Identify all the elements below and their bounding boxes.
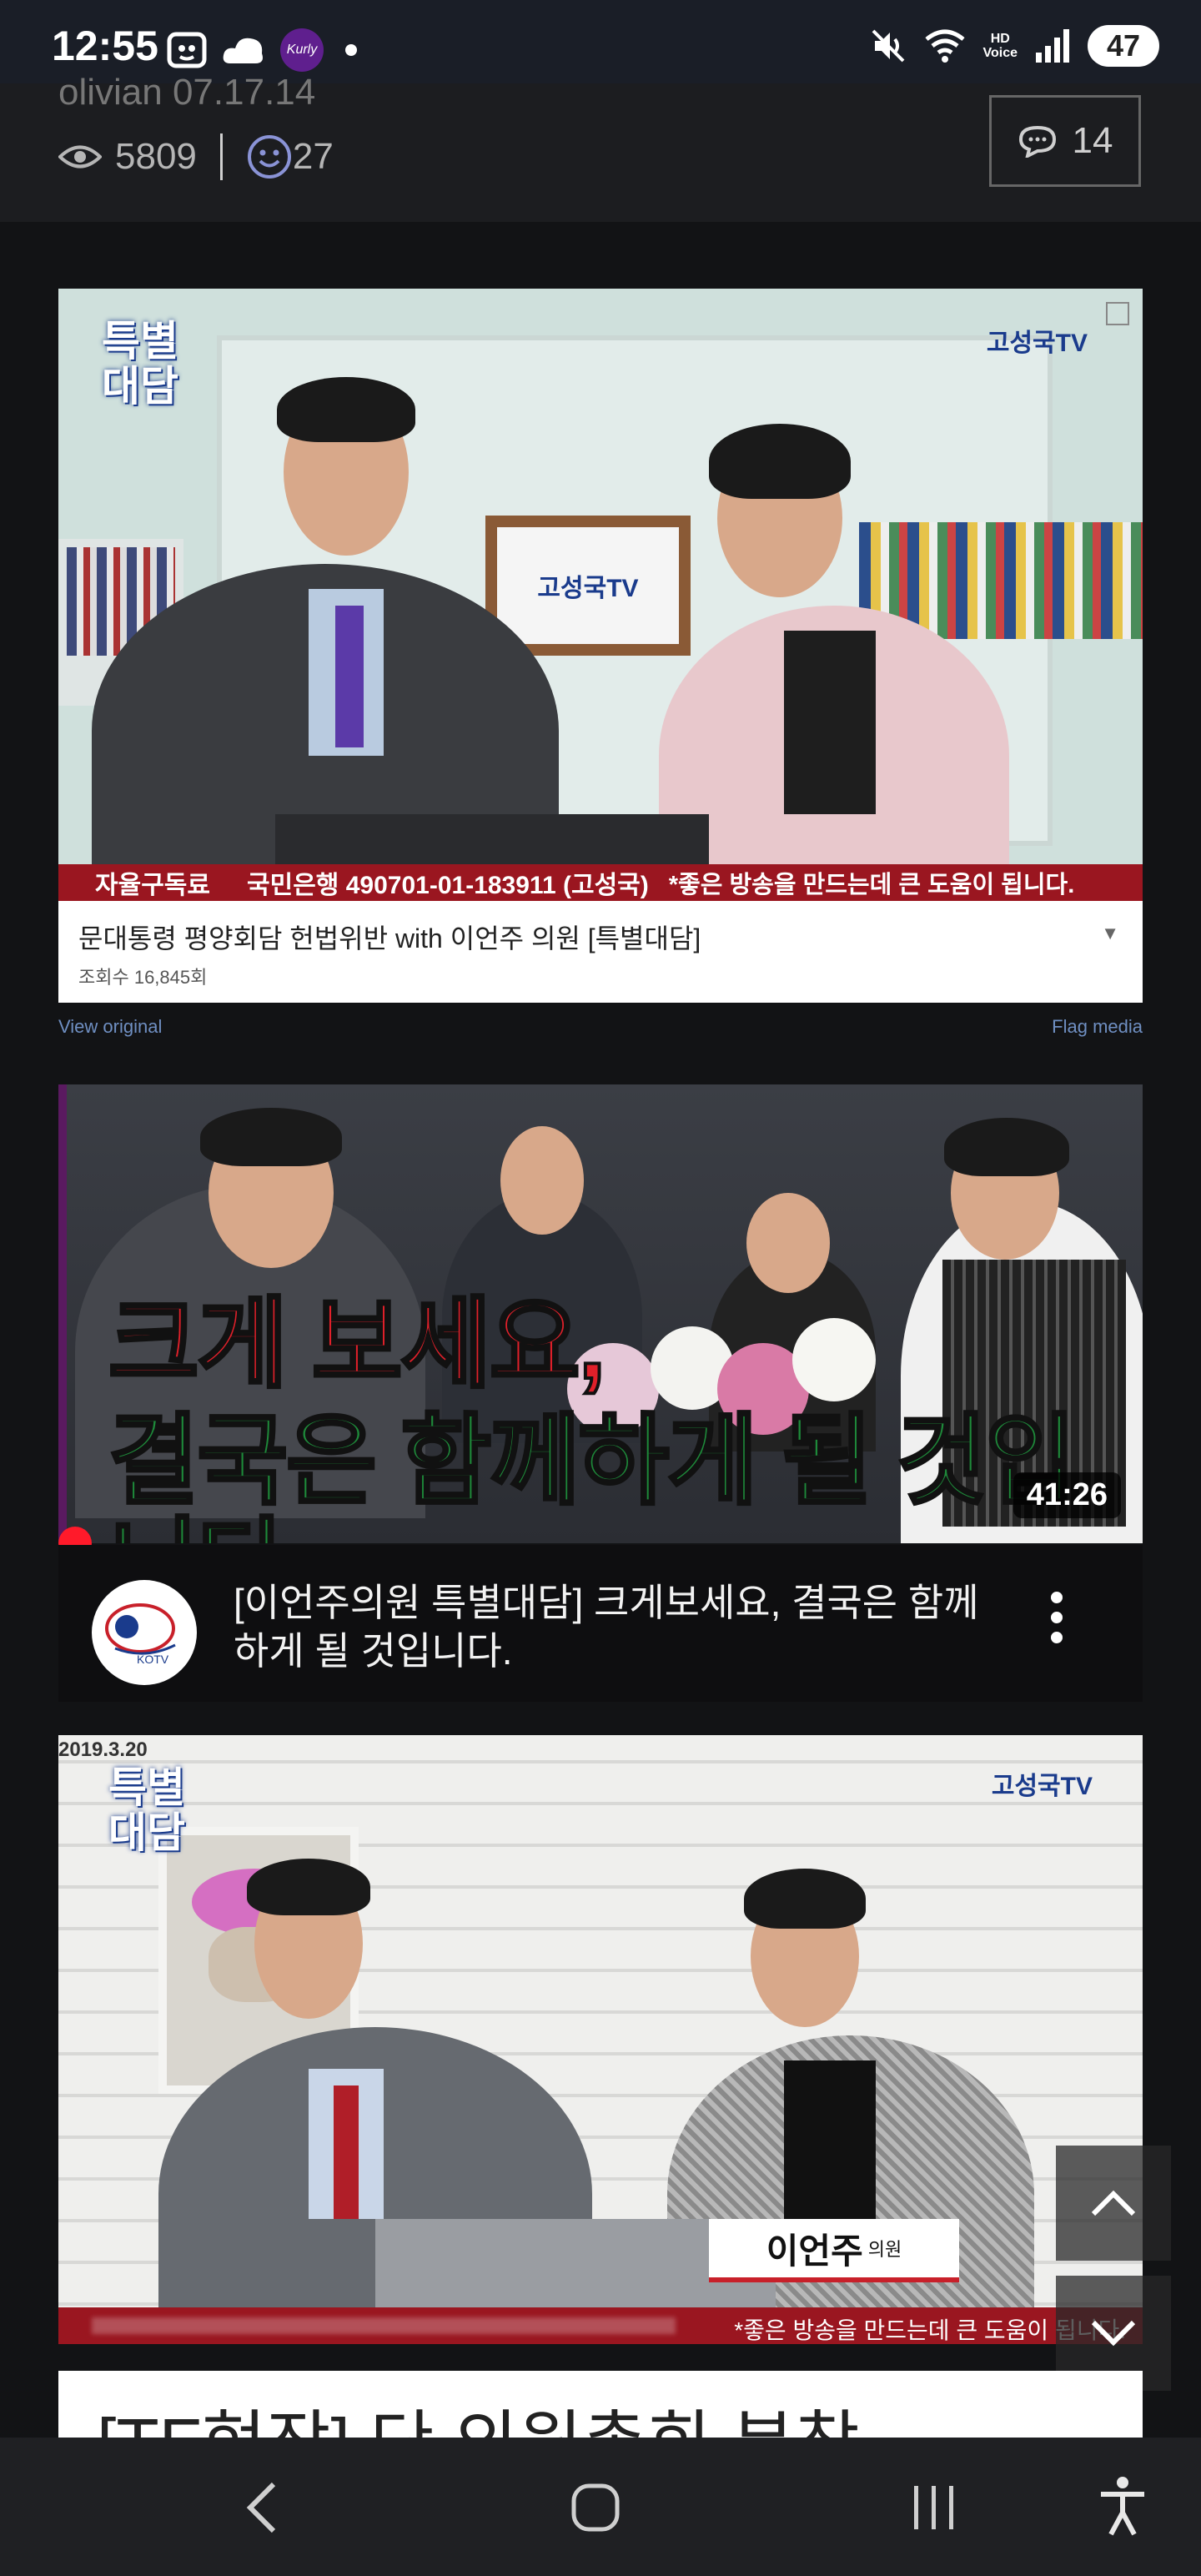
video-3-ticker: *좋은 방송을 만드는데 큰 도움이 됩니다. <box>58 2307 1143 2344</box>
guest-hair <box>944 1118 1069 1176</box>
name-tag-name: 이언주 <box>766 2231 863 2271</box>
comment-count: 14 <box>1072 120 1113 161</box>
comments-button[interactable]: 14 <box>989 95 1141 187</box>
name-tag: 이언주 의원 <box>709 2219 959 2282</box>
blurred-ticker-text <box>92 2317 676 2334</box>
post-stats: 5809 27 <box>58 133 334 180</box>
hd-voice-indicator: HD Voice <box>983 32 1018 60</box>
host-hair <box>247 1859 370 1915</box>
guest-hair <box>709 424 851 499</box>
embedded-video-2[interactable]: 크게 보세요, 결국은 함께하게 될 것입니다. 41:26 <box>58 1084 1143 1543</box>
video-1-title[interactable]: 문대통령 평양회담 헌법위반 with 이언주 의원 [특별대담] <box>78 918 701 956</box>
next-article-title[interactable]: [TF현장] 단 의원총회 분참 <box>58 2371 1143 2438</box>
headline-line-2: 결국은 함께하게 될 것입니다. <box>107 1406 1078 1543</box>
screenshot-icon <box>167 32 207 68</box>
guest-hair <box>744 1869 866 1929</box>
crowd-woman-head <box>746 1193 830 1293</box>
video-1-caption: 문대통령 평양회담 헌법위반 with 이언주 의원 [특별대담] 조회수 16… <box>58 901 1143 1003</box>
chevron-up-icon <box>1091 2190 1136 2216</box>
channel-logo-watermark: 고성국TV <box>986 330 1088 357</box>
ticker-label: 자율구독료 <box>95 872 210 899</box>
overlay-line-2: 대담 <box>102 363 178 410</box>
scroll-up-button[interactable] <box>1056 2146 1171 2261</box>
more-options-icon[interactable] <box>1044 1592 1069 1652</box>
chevron-down-icon[interactable]: ▼ <box>1101 923 1119 944</box>
smiley-like-icon[interactable] <box>246 133 293 180</box>
wifi-icon <box>924 29 965 63</box>
status-bar: 12:55 Kurly HD Voice 47 <box>0 0 1201 83</box>
logo-frame-text: 고성국TV <box>497 527 679 644</box>
recent-apps-icon[interactable] <box>909 2483 959 2533</box>
system-icons: HD Voice 47 <box>870 25 1159 67</box>
video-duration: 41:26 <box>1013 1472 1121 1518</box>
hd-label: HD <box>990 32 1010 46</box>
notification-icons: Kurly <box>167 28 357 72</box>
embedded-video-1[interactable]: 고성국TV 특별 대담 고성국TV 자율구독료 국민은행 490701-01-1… <box>58 289 1143 1003</box>
embedded-video-3[interactable]: 이언주 의원 2019.3.20 특별 대담 고성국TV *좋은 방송을 만드는… <box>58 1735 1143 2344</box>
name-tag-suffix: 의원 <box>867 2239 902 2260</box>
kurly-app-icon: Kurly <box>280 28 324 72</box>
video-3-thumbnail: 이언주 의원 2019.3.20 특별 대담 고성국TV *좋은 방송을 만드는… <box>58 1735 1143 2344</box>
expand-icon[interactable] <box>1106 302 1129 325</box>
video-2-title[interactable]: [이언주의원 특별대담] 크게보세요, 결국은 함께하게 될 것입니다. <box>234 1578 984 1675</box>
ticker-account: 국민은행 490701-01-183911 (고성국) <box>247 872 649 899</box>
video-date: 2019.3.20 <box>58 1738 148 1761</box>
media-links: View original Flag media <box>58 1016 1143 1044</box>
home-icon[interactable] <box>570 2483 621 2533</box>
overlay-line-1: 특별 <box>108 1764 185 1811</box>
channel-avatar[interactable]: KOTV <box>92 1580 197 1685</box>
post-author-date: olivian 07.17.14 <box>58 72 316 113</box>
channel-logo-icon: KOTV <box>105 1603 176 1666</box>
status-time: 12:55 <box>52 23 158 69</box>
mute-icon <box>872 29 904 63</box>
guest-top <box>784 631 876 814</box>
ticker-note: *좋은 방송을 만드는데 큰 도움이 됩니다. <box>668 872 1075 898</box>
comment-icon <box>1018 125 1056 158</box>
host-hair <box>277 377 415 442</box>
next-article-title-text: [TF현장] 단 의원총회 분참 <box>97 2387 860 2438</box>
post-meta-bar: olivian 07.17.14 5809 27 14 <box>0 72 1201 222</box>
host-tie <box>334 2085 359 2219</box>
system-navigation-bar <box>0 2438 1201 2576</box>
like-count: 27 <box>292 136 334 177</box>
signal-icon <box>1036 29 1069 63</box>
chevron-down-icon <box>1091 2320 1136 2347</box>
more-notifications-dot <box>345 44 357 56</box>
weather-icon <box>223 38 263 63</box>
overlay-line-1: 특별 <box>102 318 178 365</box>
channel-logo-watermark: 고성국TV <box>991 1773 1093 1800</box>
eye-icon <box>58 145 102 169</box>
video-1-views: 조회수 16,845회 <box>78 967 208 988</box>
stats-divider <box>219 133 223 180</box>
video-2-thumbnail: 크게 보세요, 결국은 함께하게 될 것입니다. 41:26 <box>67 1084 1143 1543</box>
host-tie <box>335 606 364 747</box>
back-icon[interactable] <box>242 2481 284 2534</box>
view-count: 5809 <box>115 136 197 177</box>
host-hair <box>200 1108 342 1166</box>
channel-avatar-text: KOTV <box>137 1653 169 1666</box>
view-original-link[interactable]: View original <box>58 1016 162 1038</box>
flag-media-link[interactable]: Flag media <box>1052 1016 1143 1038</box>
accessibility-icon[interactable] <box>1098 2476 1148 2536</box>
special-talk-overlay: 특별 대담 <box>108 1765 185 1855</box>
video-1-ticker: 자율구독료 국민은행 490701-01-183911 (고성국) *좋은 방송… <box>58 864 1143 901</box>
special-talk-overlay: 특별 대담 <box>102 319 178 409</box>
crowd-man-head <box>500 1126 584 1235</box>
battery-indicator: 47 <box>1088 25 1159 67</box>
video-2-info[interactable]: KOTV [이언주의원 특별대담] 크게보세요, 결국은 함께하게 될 것입니다… <box>58 1545 1143 1702</box>
laptop <box>275 814 709 864</box>
voice-label: Voice <box>982 46 1018 60</box>
headline-line-1: 크게 보세요, <box>107 1290 607 1400</box>
overlay-line-2: 대담 <box>108 1809 185 1856</box>
